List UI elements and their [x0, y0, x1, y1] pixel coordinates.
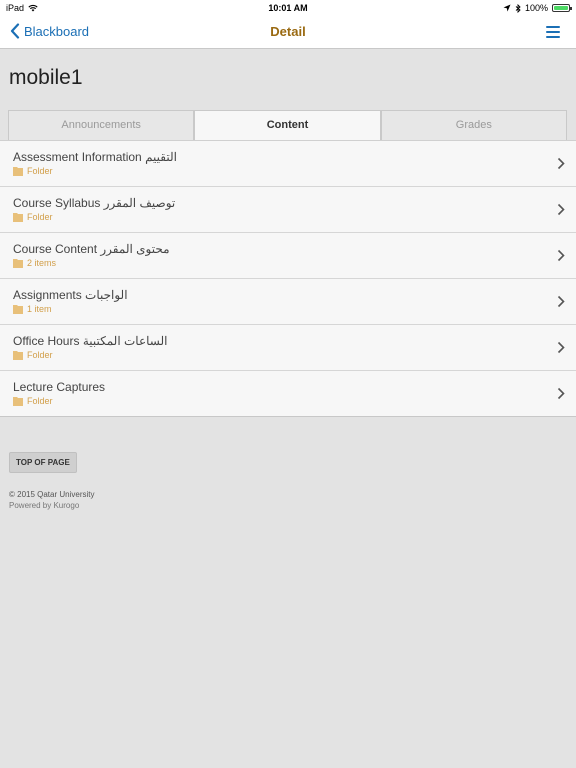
- top-of-page-button[interactable]: TOP OF PAGE: [9, 452, 77, 473]
- bluetooth-icon: [515, 3, 521, 13]
- item-subtitle-text: Folder: [27, 166, 53, 176]
- item-subtitle: Folder: [13, 396, 53, 406]
- chevron-right-icon: [557, 157, 565, 170]
- status-time: 10:01 AM: [268, 3, 308, 13]
- item-subtitle: 1 item: [13, 304, 52, 314]
- status-right: 100%: [503, 3, 572, 13]
- menu-icon[interactable]: [546, 26, 560, 38]
- list-item[interactable]: Assignments الواجبات 1 item: [0, 279, 576, 325]
- item-subtitle-text: Folder: [27, 212, 53, 222]
- chevron-right-icon: [557, 203, 565, 216]
- list-item[interactable]: Assessment Information التقييم Folder: [0, 141, 576, 187]
- footer: © 2015 Qatar University Powered by Kurog…: [9, 489, 94, 511]
- chevron-right-icon: [557, 341, 565, 354]
- chevron-right-icon: [557, 295, 565, 308]
- location-arrow-icon: [503, 4, 511, 12]
- item-subtitle-text: Folder: [27, 396, 53, 406]
- battery-icon: [552, 4, 572, 12]
- item-title: Lecture Captures: [13, 380, 106, 394]
- list-item[interactable]: Office Hours الساعات المكتبية Folder: [0, 325, 576, 371]
- item-title: Assignments الواجبات: [13, 288, 128, 302]
- content-list: Assessment Information التقييم Folder Co…: [0, 140, 576, 417]
- tab-grades[interactable]: Grades: [380, 110, 567, 140]
- folder-icon: [13, 305, 23, 314]
- tab-announcements[interactable]: Announcements: [8, 110, 195, 140]
- item-title: Course Syllabus توصيف المقرر: [13, 196, 176, 210]
- folder-icon: [13, 167, 23, 176]
- powered-by-text: Powered by Kurogo: [9, 501, 80, 510]
- item-subtitle-text: 2 items: [27, 258, 57, 268]
- list-item[interactable]: Course Syllabus توصيف المقرر Folder: [0, 187, 576, 233]
- nav-title: Detail: [270, 24, 306, 39]
- folder-icon: [13, 351, 23, 360]
- folder-icon: [13, 213, 23, 222]
- tab-content[interactable]: Content: [194, 110, 381, 140]
- item-title: Office Hours الساعات المكتبية: [13, 334, 168, 348]
- list-item[interactable]: Course Content محتوى المقرر 2 items: [0, 233, 576, 279]
- item-subtitle-text: Folder: [27, 350, 53, 360]
- item-subtitle-text: 1 item: [27, 304, 52, 314]
- tab-bar: Announcements Content Grades: [8, 110, 567, 140]
- status-bar: iPad 10:01 AM 100%: [0, 0, 576, 16]
- nav-bar: Blackboard Detail: [0, 16, 576, 49]
- folder-icon: [13, 259, 23, 268]
- battery-percent: 100%: [524, 3, 548, 13]
- item-subtitle: Folder: [13, 166, 53, 176]
- folder-icon: [13, 397, 23, 406]
- chevron-right-icon: [557, 387, 565, 400]
- chevron-right-icon: [557, 249, 565, 262]
- item-subtitle: Folder: [13, 212, 53, 222]
- list-item[interactable]: Lecture Captures Folder: [0, 371, 576, 416]
- page-title: mobile1: [9, 66, 83, 89]
- copyright-text: © 2015 Qatar University: [9, 490, 95, 499]
- item-title: Course Content محتوى المقرر: [13, 242, 170, 256]
- item-subtitle: 2 items: [13, 258, 56, 268]
- item-title: Assessment Information التقييم: [13, 150, 177, 164]
- item-subtitle: Folder: [13, 350, 53, 360]
